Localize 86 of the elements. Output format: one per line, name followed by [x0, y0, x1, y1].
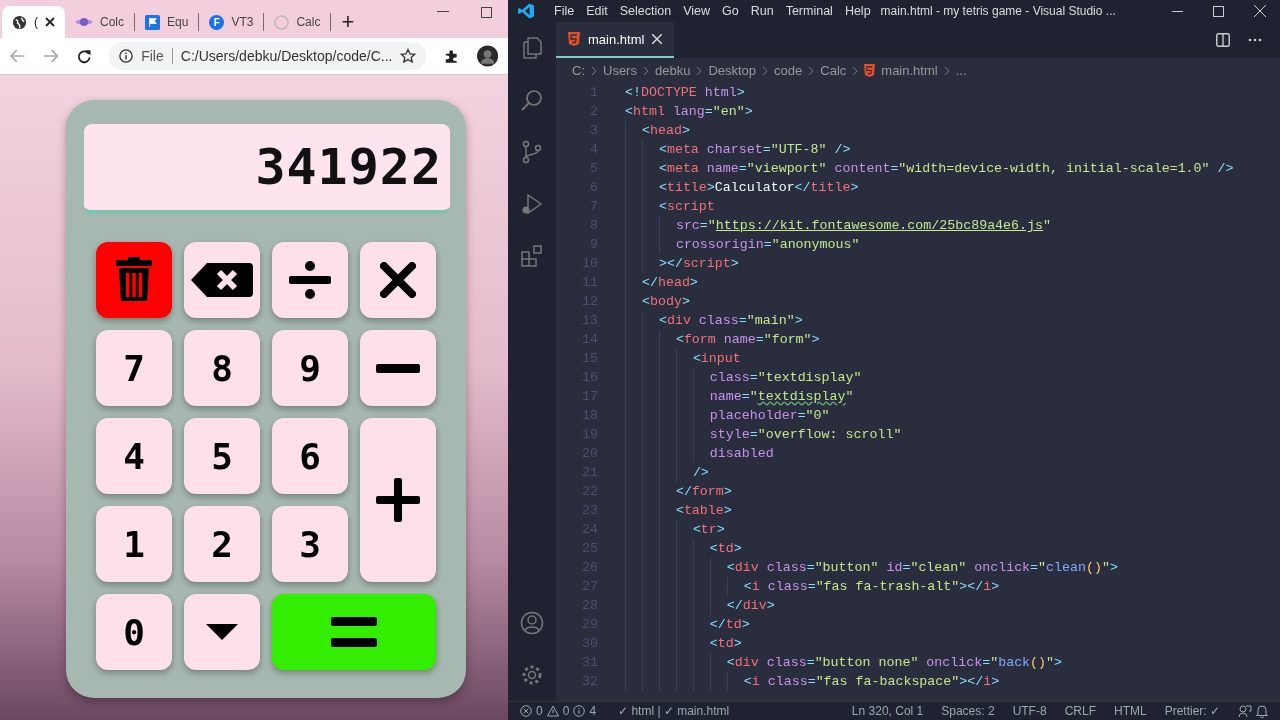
code-line: <tr> — [625, 520, 725, 539]
tab-title: Colc — [100, 15, 124, 29]
code-line: <div class="button none" onclick="back()"> — [625, 653, 1063, 672]
breadcrumb-item[interactable]: debku — [654, 63, 691, 78]
code-line: crossorigin="anonymous" — [625, 235, 860, 254]
menu-item[interactable]: Edit — [580, 4, 614, 18]
code-line: <i class="fas fa-trash-alt"></i> — [625, 577, 1000, 596]
calculator-display: 341922 — [84, 124, 450, 214]
code-line: <table> — [625, 501, 732, 520]
code-line: <meta name="viewport" content="width=device-width, initial-scale=1.0" /> — [625, 159, 1234, 178]
code-line: disabled — [625, 444, 774, 463]
code-line: src="https://kit.fontawesome.com/25bc89a4e6.js" — [625, 216, 1051, 235]
menu-item[interactable]: File — [548, 4, 581, 18]
status-item[interactable]: CRLF — [1064, 704, 1096, 718]
scheme-label: File — [141, 48, 173, 64]
tab-title: ( — [34, 15, 38, 29]
menu-item[interactable]: View — [677, 4, 716, 18]
tab-title: Equ — [167, 15, 189, 29]
code-line: <title>Calculator</title> — [625, 178, 859, 197]
code-line: <meta charset="UTF-8" /> — [625, 140, 851, 159]
browser-tab[interactable]: Calc — [264, 6, 331, 38]
tab-title: Calc — [296, 15, 321, 29]
breadcrumb-item[interactable]: Calc — [820, 63, 847, 78]
error-count: 0 — [536, 704, 543, 718]
breadcrumb-item[interactable]: Desktop — [708, 63, 757, 78]
code-line: </head> — [625, 273, 698, 292]
editor-tab[interactable]: main.html — [556, 22, 675, 58]
calculator-key[interactable]: 3 — [272, 506, 348, 582]
menu-item[interactable]: Go — [716, 4, 745, 18]
breadcrumb-item[interactable]: Users — [603, 63, 637, 78]
calculator-key[interactable]: 4 — [96, 418, 172, 494]
address-bar[interactable]: File C:/Users/debku/Desktop/code/C... — [109, 42, 427, 70]
browser-tab[interactable]: Equ — [135, 6, 199, 38]
browser-tab[interactable]: Colc — [65, 6, 134, 38]
code-line: /> — [625, 463, 709, 482]
breadcrumb-item[interactable]: C: — [572, 63, 585, 78]
code-line: <html lang="en"> — [625, 104, 753, 119]
calculator-key[interactable]: 8 — [184, 330, 260, 406]
url-text: C:/Users/debku/Desktop/code/C... — [180, 48, 393, 64]
calculator-key[interactable]: 7 — [96, 330, 172, 406]
status-text[interactable]: ✓ html | ✓ main.html — [618, 704, 730, 718]
code-line: name="textdisplay" — [625, 387, 854, 406]
calculator-key[interactable]: 6 — [272, 418, 348, 494]
info-count: 4 — [589, 704, 597, 718]
breadcrumb-item[interactable]: main.html — [881, 63, 938, 78]
breadcrumb-item[interactable]: ... — [955, 63, 967, 78]
code-line: class="textdisplay" — [625, 368, 862, 387]
calculator-key[interactable]: 1 — [96, 506, 172, 582]
code-line: <div class="button" id="clean" onclick="clean()"> — [625, 558, 1118, 577]
code-line: <head> — [625, 121, 690, 140]
calculator-key[interactable]: 9 — [272, 330, 348, 406]
code-line: <!DOCTYPE html> — [625, 85, 745, 100]
menu-item[interactable]: Selection — [613, 4, 678, 18]
code-line: <td> — [625, 539, 742, 558]
new-tab-button[interactable]: + — [331, 6, 365, 38]
calculator-key[interactable]: 2 — [184, 506, 260, 582]
status-item[interactable]: Spaces: 2 — [941, 704, 995, 718]
code-line: <div class="main"> — [625, 311, 803, 330]
code-line: placeholder="0" — [625, 406, 830, 425]
code-line: <body> — [625, 292, 690, 311]
code-line: style="overflow: scroll" — [625, 425, 902, 444]
code-line: <script — [625, 197, 715, 216]
code-line: ></script> — [625, 254, 739, 273]
code-line: <i class="fas fa-backspace"></i> — [625, 672, 1000, 691]
menu-item[interactable]: Help — [838, 4, 877, 18]
status-item[interactable]: Ln 320, Col 1 — [851, 704, 924, 718]
status-item[interactable]: Prettier: ✓ — [1164, 704, 1220, 718]
menu-item[interactable]: Terminal — [779, 4, 839, 18]
code-line: <input — [625, 349, 741, 368]
browser-tab[interactable]: ( — [2, 6, 65, 38]
code-line: </td> — [625, 615, 750, 634]
window-title: main.html - my tetris game - Visual Studio ... — [880, 4, 1116, 18]
code-line: </form> — [625, 482, 732, 501]
warning-count: 0 — [562, 704, 570, 718]
code-line: </div> — [625, 596, 775, 615]
browser-tab[interactable]: F VT3 — [199, 6, 264, 38]
code-line: <form name="form"> — [625, 330, 820, 349]
code-line: <td> — [625, 634, 742, 653]
status-item[interactable]: HTML — [1113, 704, 1147, 718]
breadcrumb-item[interactable]: code — [774, 63, 803, 78]
menu-item[interactable]: Run — [744, 4, 780, 18]
tab-title: VT3 — [231, 15, 254, 29]
calculator-key[interactable]: 5 — [184, 418, 260, 494]
calculator-key[interactable]: 0 — [96, 594, 172, 670]
letter-icon: F — [209, 14, 225, 30]
status-item[interactable]: UTF-8 — [1012, 704, 1047, 718]
